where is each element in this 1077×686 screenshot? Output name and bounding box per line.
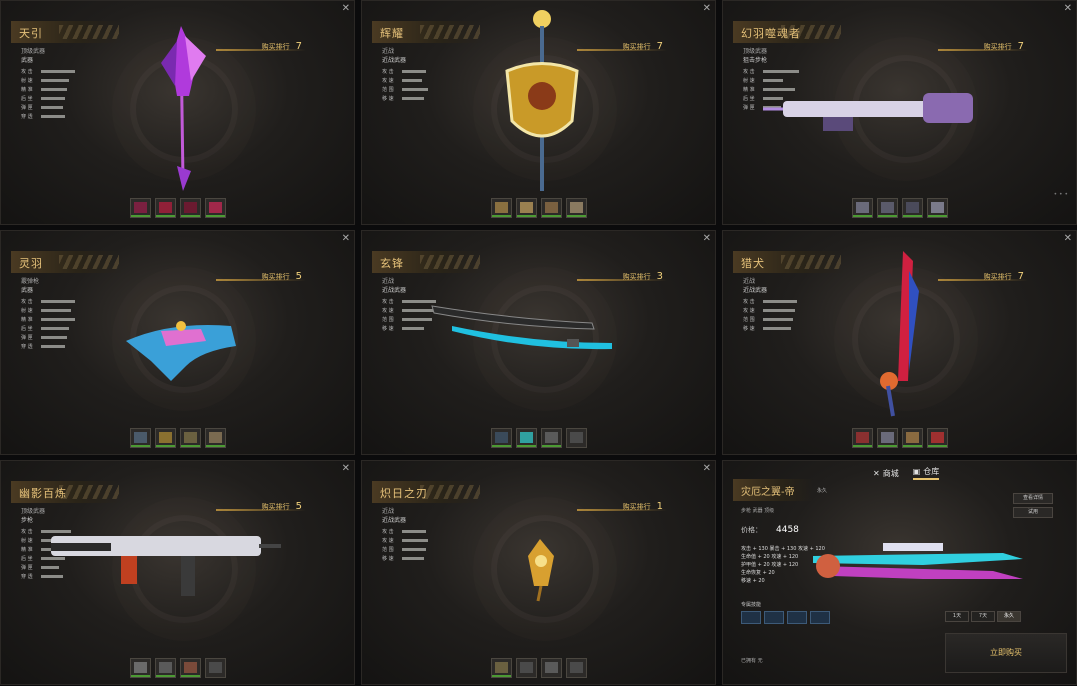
skin-thumb[interactable]: [876, 428, 898, 448]
skill-icon[interactable]: [764, 611, 784, 624]
skin-thumb[interactable]: [876, 198, 898, 218]
skin-thumb[interactable]: [926, 198, 948, 218]
skin-thumb[interactable]: [851, 428, 873, 448]
weapon-image: [161, 26, 206, 191]
skin-thumb[interactable]: [490, 658, 512, 678]
buy-button[interactable]: 立即购买: [945, 633, 1067, 673]
weapon-image: [51, 536, 281, 596]
skin-thumb[interactable]: [565, 658, 587, 678]
skin-thumb[interactable]: [129, 658, 151, 678]
skin-thumb[interactable]: [204, 198, 226, 218]
skin-thumb[interactable]: [490, 428, 512, 448]
weapon-image: [505, 10, 579, 191]
owner-status: 已拥有 无: [741, 658, 763, 664]
weapon-card-3[interactable]: 幻羽噬魂者 ✕ 购买排行 7 顶级武器 狙击步枪 攻 击射 速精 准后 坐弹 匣 …: [722, 0, 1077, 225]
weapon-card-8[interactable]: 炽日之刃 ✕ 购买排行 1 近战 近战武器 攻 击攻 速范 围移 速: [361, 460, 716, 685]
skin-thumb[interactable]: [565, 198, 587, 218]
skin-thumb[interactable]: [204, 658, 226, 678]
skills-label: 专属技能: [741, 602, 762, 608]
weapon-image: [880, 251, 919, 417]
skin-thumb[interactable]: [515, 658, 537, 678]
skin-thumbnails: [129, 198, 226, 218]
weapon-card-6[interactable]: 猎犬 ✕ 购买排行 7 近战 近战武器 攻 击攻 速范 围移 速: [722, 230, 1077, 455]
skin-thumb[interactable]: [154, 658, 176, 678]
duration-option[interactable]: 7天: [971, 611, 995, 622]
skin-thumb[interactable]: [154, 428, 176, 448]
skin-thumb[interactable]: [851, 198, 873, 218]
weapon-card-1[interactable]: 天引 ✕ 购买排行 7 顶级武器 武器 攻 击射 速精 准后 坐弹 匣穿 透: [0, 0, 355, 225]
skin-thumb[interactable]: [901, 428, 923, 448]
skin-thumb[interactable]: [540, 658, 562, 678]
duration-selector: 1天 7天 永久: [945, 611, 1021, 622]
skin-thumb[interactable]: [926, 428, 948, 448]
weapon-image: [528, 539, 554, 602]
skill-icon[interactable]: [810, 611, 830, 624]
skill-list: [741, 611, 830, 624]
skin-thumb[interactable]: [129, 198, 151, 218]
duration-option[interactable]: 永久: [997, 611, 1021, 622]
skin-thumb[interactable]: [129, 428, 151, 448]
weapon-gallery: 天引 ✕ 购买排行 7 顶级武器 武器 攻 击射 速精 准后 坐弹 匣穿 透 辉耀…: [0, 0, 1077, 686]
weapon-image: [763, 93, 973, 131]
skin-thumb[interactable]: [179, 658, 201, 678]
skin-thumb[interactable]: [901, 198, 923, 218]
skin-thumb[interactable]: [515, 198, 537, 218]
weapon-detail-panel: ✕ 商城 ▣ 仓库 灾厄之翼-帝 永久 查看详情 试用 步枪 武器 顶级 价格： 44…: [722, 460, 1077, 685]
weapon-card-7[interactable]: 幽影百炼 ✕ 购买排行 5 顶级武器 步枪 攻 击射 速精 准后 坐弹 匣穿 透: [0, 460, 355, 685]
skin-thumb[interactable]: [179, 198, 201, 218]
weapon-card-4[interactable]: 灵羽 ✕ 购买排行 5 霰弹枪 武器 攻 击射 速精 准后 坐弹 匣穿 透: [0, 230, 355, 455]
weapon-image: [431, 305, 612, 350]
skill-icon[interactable]: [787, 611, 807, 624]
weapon-card-5[interactable]: 玄锋 ✕ 购买排行 3 近战 近战武器 攻 击攻 速范 围移 速: [361, 230, 716, 455]
weapon-card-2[interactable]: 辉耀 ✕ 购买排行 7 近战 近战武器 攻 击攻 速范 围移 速: [361, 0, 716, 225]
skill-icon[interactable]: [741, 611, 761, 624]
skin-thumb[interactable]: [565, 428, 587, 448]
skin-thumb[interactable]: [540, 198, 562, 218]
skin-thumb[interactable]: [154, 198, 176, 218]
skin-thumb[interactable]: [515, 428, 537, 448]
skin-thumb[interactable]: [490, 198, 512, 218]
weapon-image: [126, 321, 236, 381]
skin-thumb[interactable]: [204, 428, 226, 448]
skin-thumb[interactable]: [540, 428, 562, 448]
skin-thumb[interactable]: [179, 428, 201, 448]
duration-option[interactable]: 1天: [945, 611, 969, 622]
